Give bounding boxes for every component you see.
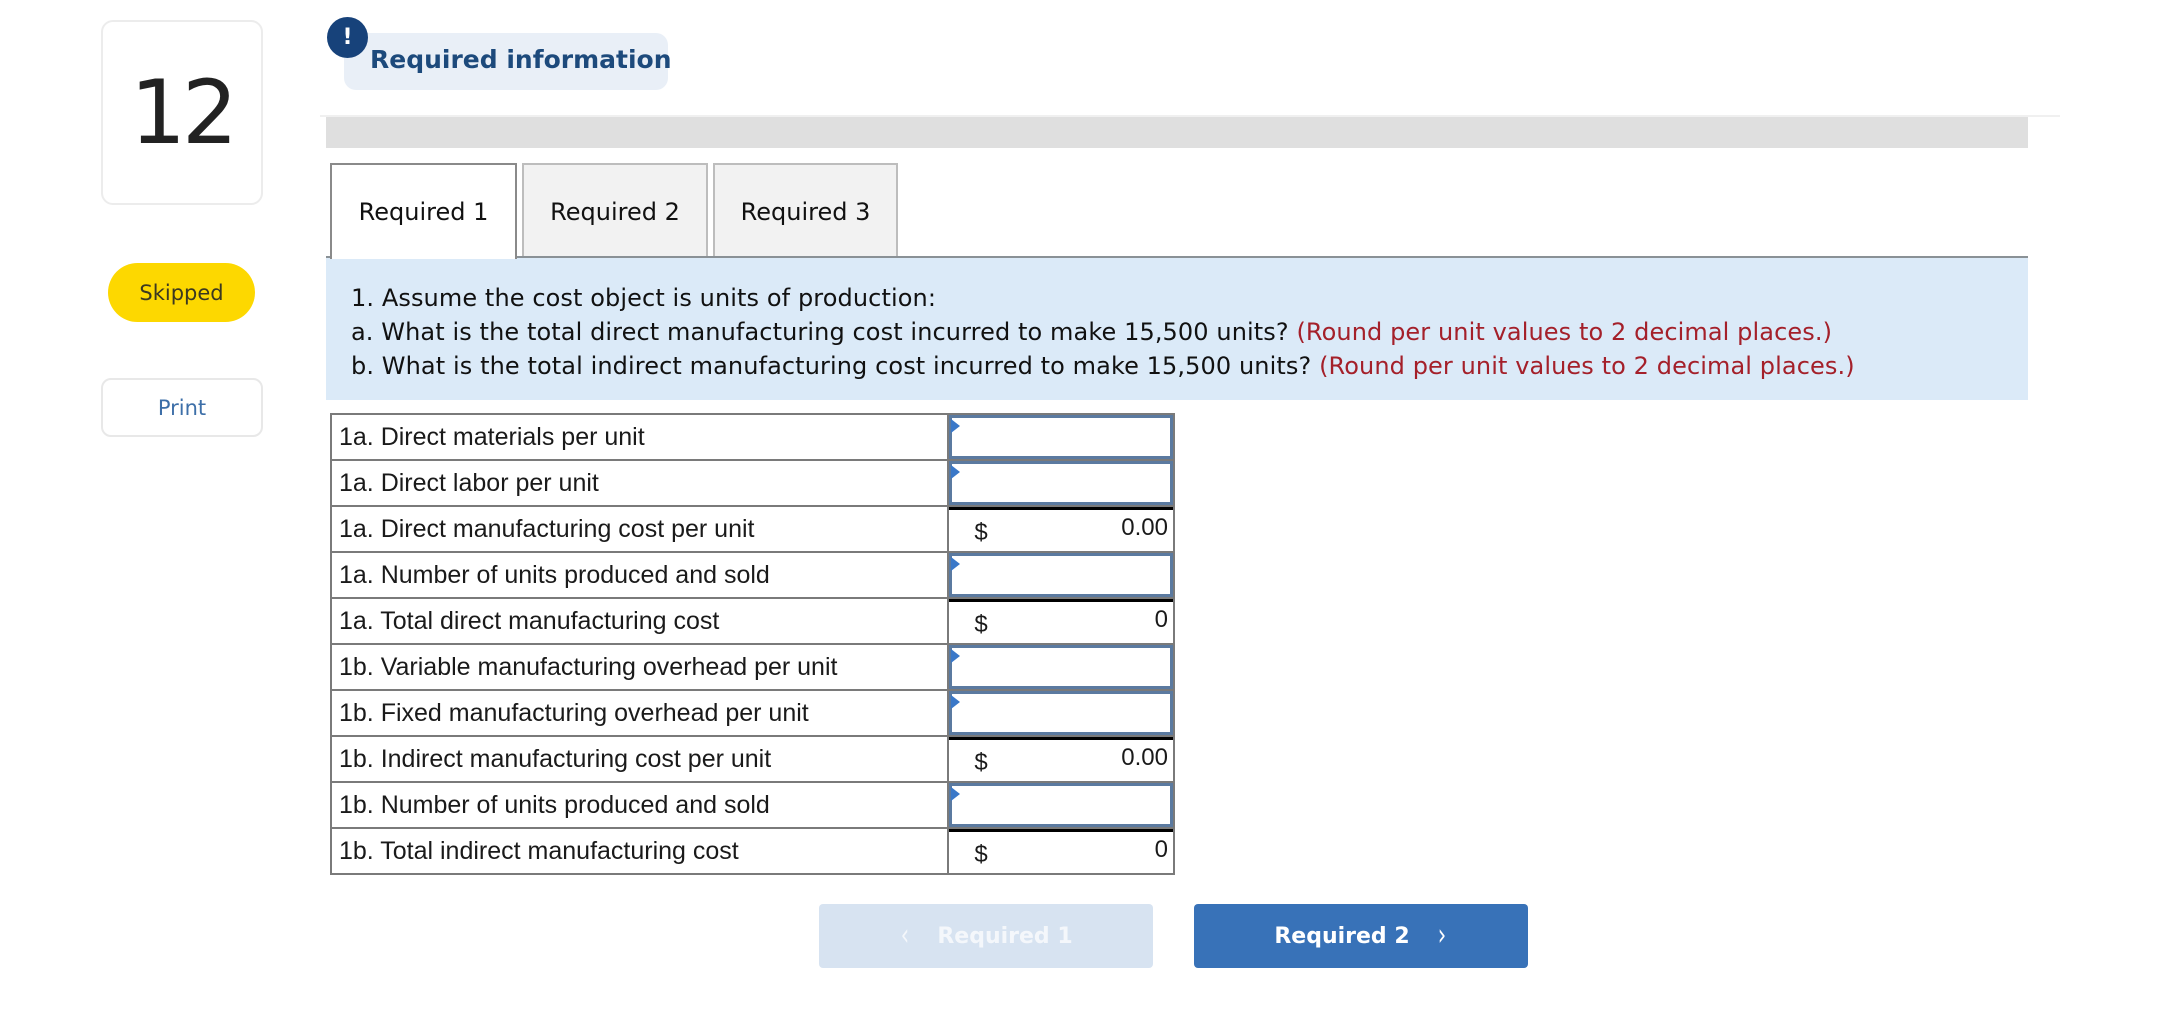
row-value-cell: $0 (947, 597, 1175, 645)
previous-button-label: Required 1 (937, 923, 1073, 949)
row-label: 1a. Direct manufacturing cost per unit (329, 505, 950, 553)
answer-input-box[interactable] (949, 415, 1173, 459)
answer-input-box[interactable] (949, 553, 1173, 597)
table-row: 1b. Number of units produced and sold (329, 781, 1175, 829)
row-value-cell: $0.00 (947, 505, 1175, 553)
required-information-banner: Required information (344, 33, 672, 90)
answer-input[interactable] (952, 786, 1170, 824)
answer-input[interactable] (952, 648, 1170, 686)
row-value-cell: $0 (947, 827, 1175, 875)
input-marker-icon (951, 419, 961, 433)
calculated-amount: 0 (1154, 606, 1168, 633)
calculated-value: $0.00 (949, 737, 1173, 781)
row-label: 1b. Number of units produced and sold (329, 781, 950, 829)
tab-required-3[interactable]: Required 3 (713, 163, 898, 258)
row-label: 1a. Direct labor per unit (329, 459, 950, 507)
table-row: 1b. Total indirect manufacturing cost $0 (329, 827, 1175, 875)
answer-input-box[interactable] (949, 645, 1173, 689)
row-value-cell (947, 643, 1175, 691)
row-value-cell (947, 551, 1175, 599)
row-value-cell (947, 413, 1175, 461)
tab-required-1[interactable]: Required 1 (330, 163, 517, 259)
answer-input[interactable] (952, 556, 1170, 594)
question-number-card: 12 (101, 20, 263, 205)
answer-input[interactable] (952, 694, 1170, 732)
answer-input[interactable] (952, 464, 1170, 502)
rounding-note: (Round per unit values to 2 decimal plac… (1296, 318, 1833, 346)
question-number: 12 (130, 60, 238, 164)
tab-required-2[interactable]: Required 2 (522, 163, 708, 258)
row-value-cell (947, 459, 1175, 507)
next-button-label: Required 2 (1274, 923, 1410, 949)
row-label: 1b. Fixed manufacturing overhead per uni… (329, 689, 950, 737)
rounding-note: (Round per unit values to 2 decimal plac… (1319, 352, 1855, 380)
prompt-line-1: 1. Assume the cost object is units of pr… (351, 284, 937, 312)
row-label: 1a. Total direct manufacturing cost (329, 597, 950, 645)
row-label: 1a. Number of units produced and sold (329, 551, 950, 599)
answer-input-box[interactable] (949, 691, 1173, 735)
input-marker-icon (951, 695, 961, 709)
required-information-title: Required information (370, 45, 672, 74)
row-label: 1b. Total indirect manufacturing cost (329, 827, 950, 875)
calculated-value: $0 (949, 599, 1173, 643)
calculated-value: $0.00 (949, 507, 1173, 551)
table-row: 1b. Variable manufacturing overhead per … (329, 643, 1175, 691)
print-button[interactable]: Print (101, 378, 263, 437)
currency-symbol: $ (974, 519, 988, 546)
table-row: 1a. Number of units produced and sold (329, 551, 1175, 599)
calculated-value: $0 (949, 829, 1173, 873)
currency-symbol: $ (974, 611, 988, 638)
calculated-amount: 0 (1154, 836, 1168, 863)
table-row: 1b. Fixed manufacturing overhead per uni… (329, 689, 1175, 737)
table-row: 1a. Total direct manufacturing cost $0 (329, 597, 1175, 645)
previous-required-button[interactable]: ‹ Required 1 (819, 904, 1153, 968)
row-value-cell (947, 689, 1175, 737)
table-row: 1a. Direct manufacturing cost per unit $0… (329, 505, 1175, 553)
table-row: 1b. Indirect manufacturing cost per unit… (329, 735, 1175, 783)
table-row: 1a. Direct materials per unit (329, 413, 1175, 461)
calculated-amount: 0.00 (1121, 514, 1168, 541)
next-required-button[interactable]: Required 2 › (1194, 904, 1528, 968)
section-bar (326, 117, 2028, 148)
chevron-left-icon: ‹ (901, 918, 910, 953)
input-marker-icon (951, 557, 961, 571)
row-value-cell (947, 781, 1175, 829)
chevron-right-icon: › (1437, 918, 1446, 953)
currency-symbol: $ (974, 749, 988, 776)
prompt-line-a: a. What is the total direct manufacturin… (351, 318, 1833, 346)
row-label: 1a. Direct materials per unit (329, 413, 950, 461)
answer-input-box[interactable] (949, 461, 1173, 505)
input-marker-icon (951, 787, 961, 801)
calculated-amount: 0.00 (1121, 744, 1168, 771)
status-badge: Skipped (108, 263, 255, 322)
question-prompt: 1. Assume the cost object is units of pr… (326, 258, 2028, 400)
alert-icon: ! (327, 17, 368, 58)
table-row: 1a. Direct labor per unit (329, 459, 1175, 507)
input-marker-icon (951, 465, 961, 479)
input-marker-icon (951, 649, 961, 663)
currency-symbol: $ (974, 841, 988, 868)
prompt-line-b: b. What is the total indirect manufactur… (351, 352, 1855, 380)
answer-input[interactable] (952, 418, 1170, 456)
answer-input-box[interactable] (949, 783, 1173, 827)
row-label: 1b. Variable manufacturing overhead per … (329, 643, 950, 691)
worksheet-table: 1a. Direct materials per unit 1a. Direct … (329, 413, 1175, 875)
row-label: 1b. Indirect manufacturing cost per unit (329, 735, 950, 783)
row-value-cell: $0.00 (947, 735, 1175, 783)
